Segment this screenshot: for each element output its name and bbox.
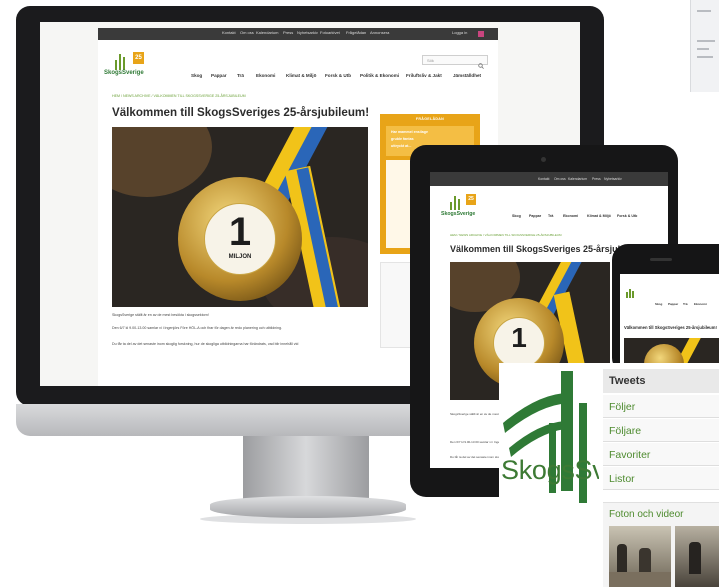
logo-trees-icon (447, 194, 465, 210)
anniversary-badge: 25 (466, 194, 476, 205)
nav-item[interactable]: Skog (191, 73, 202, 78)
topbar-link[interactable]: Frågelådan (346, 30, 366, 35)
media-title[interactable]: Foton och videor (609, 509, 684, 520)
nav-item[interactable]: Pappar (211, 73, 227, 78)
media-thumbnail[interactable] (675, 526, 719, 587)
sidebar-question: Har mammel ensilage (391, 130, 428, 134)
nav-item[interactable]: Klimat & Miljö (286, 73, 316, 78)
topbar-link[interactable]: Fotoarkivet (320, 30, 340, 35)
nav-item[interactable]: Forsk & Utb (325, 73, 351, 78)
topbar-link[interactable]: Nyhetsarkiv (604, 177, 622, 181)
tweets-item-label[interactable]: Listor (609, 473, 635, 485)
nav-item[interactable]: Politik & Ekonomi (360, 73, 399, 78)
topbar-link[interactable]: Press (592, 177, 601, 181)
article-paragraph: Du får ta del av det senaste inom skogli… (112, 342, 299, 346)
sidebar-question: gruble fantas (391, 137, 414, 141)
topbar-link[interactable]: Annonsera (370, 30, 389, 35)
nav-item[interactable]: Ekonomi (563, 214, 578, 218)
tablet-topbar: Kontakt Om oss Kalendarium Press Nyhetsa… (430, 172, 668, 186)
media-thumbnail[interactable] (609, 526, 671, 587)
article-title: Välkommen till SkogsSveriges 25-årsjubil… (624, 325, 717, 330)
site-logo[interactable]: SkogsSverige (441, 211, 475, 217)
nav-item[interactable]: Ekonomi (694, 302, 707, 306)
site-logo[interactable]: SkogsSverige (104, 70, 144, 76)
article-paragraph: Den 6/7 kl 9.00-13.00 samlar vi i Ingenj… (112, 326, 282, 330)
article-paragraph: SkogsSverige ställt är en av de mest bes… (112, 313, 209, 317)
nav-item[interactable]: Trä (683, 302, 688, 306)
flag-icon[interactable] (478, 31, 484, 37)
breadcrumb[interactable]: HEM / NEWS ARCHIVE / VÄLKOMMEN TILL SKOG… (112, 94, 246, 98)
login-link[interactable]: Logga in (452, 30, 467, 35)
topbar-link[interactable]: Om oss (240, 30, 254, 35)
sidebar-heading: FRÅGELÅDAN (415, 117, 445, 121)
monitor-stand-foot (210, 496, 406, 518)
tablet-camera (541, 157, 546, 162)
topbar-link[interactable]: Kontakt (222, 30, 236, 35)
nav-item[interactable]: Pappar (529, 214, 541, 218)
search-icon[interactable] (478, 56, 484, 69)
nav-item[interactable]: Ekonomi (256, 73, 275, 78)
desktop-topbar: Kontakt Om oss Kalendarium Press Nyhetsa… (98, 28, 498, 40)
medal-number: 1 (228, 210, 252, 254)
nav-item[interactable]: Friluftsliv & Jakt (406, 73, 442, 78)
tweets-item-label[interactable]: Följer (609, 401, 635, 413)
topbar-link[interactable]: Kalendarium (256, 30, 278, 35)
topbar-link[interactable]: Om oss (554, 177, 566, 181)
phone-speaker (650, 258, 672, 261)
monitor-stand-neck (243, 436, 369, 500)
breadcrumb[interactable]: HEM / NEWS ARCHIVE / VÄLKOMMEN TILL SKOG… (450, 233, 562, 237)
medal-text: MILJON (228, 254, 252, 260)
topbar-link[interactable]: Nyhetsarkiv (297, 30, 318, 35)
logo-trees-icon (112, 52, 132, 70)
topbar-link[interactable]: Press (283, 30, 293, 35)
medal-number: 1 (511, 322, 527, 353)
nav-item[interactable]: Trä (237, 73, 244, 78)
anniversary-badge: 25 (133, 52, 144, 64)
nav-item[interactable]: Forsk & Utb (617, 214, 637, 218)
logo-trees-icon (624, 288, 636, 298)
nav-item[interactable]: Skog (512, 214, 521, 218)
tweets-item-label[interactable]: Följare (609, 425, 641, 437)
nav-item[interactable]: Klimat & Miljö (587, 214, 611, 218)
nav-item[interactable]: Jämställdhet (453, 73, 481, 78)
topbar-link[interactable]: Kalendarium (568, 177, 587, 181)
nav-item[interactable]: Pappar (668, 302, 678, 306)
tweets-item-label[interactable]: Favoriter (609, 449, 650, 461)
topbar-link[interactable]: Kontakt (538, 177, 550, 181)
article-image: 1 MILJON (112, 127, 368, 307)
sidebar-question: uttryckt at... (391, 144, 412, 148)
nav-item[interactable]: Trä (548, 214, 553, 218)
background-screen-edge (690, 0, 719, 92)
overlay-logo-text: SkogsSv (501, 455, 606, 485)
nav-item[interactable]: Skog (655, 302, 662, 306)
article-title: Välkommen till SkogsSveriges 25-årsjubil… (112, 106, 370, 119)
tweets-title[interactable]: Tweets (609, 375, 645, 387)
